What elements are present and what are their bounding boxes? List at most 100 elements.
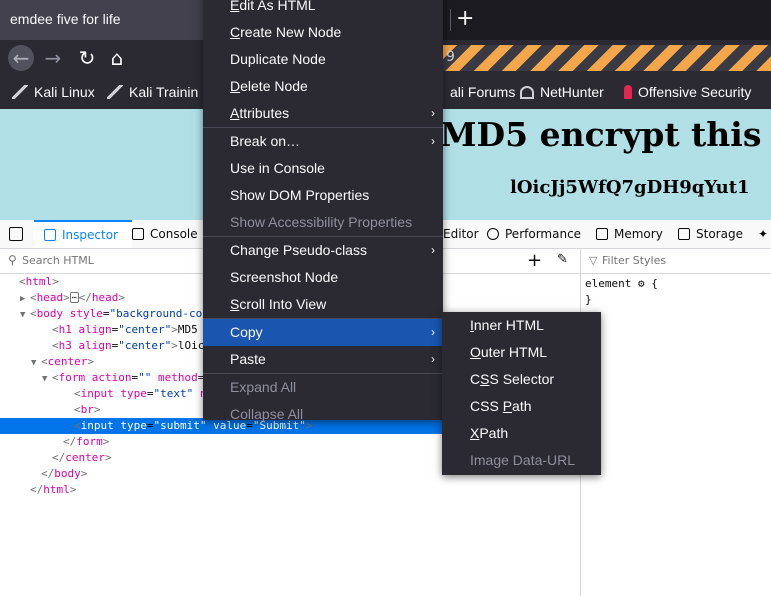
- markup-token: center: [47, 355, 88, 368]
- bookmark-nethunter[interactable]: NetHunter: [520, 84, 604, 100]
- collapsed-ellipsis-icon[interactable]: ⋯: [69, 292, 79, 303]
- menu-item-attributes[interactable]: Attributes ›: [203, 100, 443, 127]
- chevron-right-icon: ›: [431, 106, 435, 120]
- filter-styles-input[interactable]: [602, 252, 762, 268]
- eyedropper-icon[interactable]: ✎: [557, 252, 568, 267]
- tab-title: emdee five for life: [10, 11, 121, 27]
- menu-item-break-on[interactable]: Break on… ›: [203, 128, 443, 155]
- markup-token: >: [105, 451, 112, 464]
- markup-token: "background-co: [109, 307, 203, 320]
- menu-item-paste[interactable]: Paste ›: [203, 346, 443, 373]
- markup-token: type: [120, 387, 147, 400]
- markup-token: html: [43, 483, 70, 496]
- copy-item-css-selector[interactable]: CSS Selector: [442, 366, 601, 393]
- menu-item-edit-as-html[interactable]: Edit As HTML: [203, 0, 443, 19]
- menu-item-label: Delete Node: [230, 78, 308, 94]
- copy-item-css-path[interactable]: CSS Path: [442, 393, 601, 420]
- menu-item-use-in-console[interactable]: Use in Console: [203, 155, 443, 182]
- tab-inspector[interactable]: Inspector: [34, 220, 132, 248]
- markup-token: =: [146, 419, 154, 432]
- markup-token: </: [63, 435, 77, 448]
- copy-item-xpath[interactable]: XPath: [442, 420, 601, 447]
- menu-item-show-accessibility-properties: Show Accessibility Properties: [203, 209, 443, 236]
- copy-item-inner-html[interactable]: Inner HTML: [442, 312, 601, 339]
- bookmark-kali-training[interactable]: Kali Trainin: [107, 84, 198, 100]
- markup-token: =: [102, 307, 110, 320]
- tab-storage[interactable]: Storage: [678, 220, 743, 248]
- new-tab-icon[interactable]: +: [456, 6, 474, 32]
- menu-item-show-dom-properties[interactable]: Show DOM Properties: [203, 182, 443, 209]
- bookmark-kali-forums[interactable]: ali Forums: [450, 84, 515, 100]
- expand-twisty-icon[interactable]: ▼: [42, 371, 52, 387]
- menu-item-label: Break on…: [230, 133, 301, 149]
- menu-item-duplicate-node[interactable]: Duplicate Node: [203, 46, 443, 73]
- url-bar[interactable]: [443, 45, 771, 71]
- back-arrow-icon[interactable]: ←: [8, 45, 34, 71]
- menu-item-delete-node[interactable]: Delete Node: [203, 73, 443, 100]
- copy-item-label: Inner HTML: [470, 317, 544, 333]
- add-node-icon[interactable]: +: [527, 250, 542, 271]
- reload-icon[interactable]: ↻: [74, 45, 100, 71]
- copy-item-label: CSS Selector: [470, 371, 555, 387]
- markup-token: >: [171, 339, 178, 352]
- menu-item-create-new-node[interactable]: Create New Node: [203, 19, 443, 46]
- markup-token: <: [30, 291, 37, 304]
- forward-arrow-icon[interactable]: →: [40, 45, 66, 71]
- menu-item-label: Change Pseudo-class: [230, 242, 367, 258]
- markup-token: >: [171, 323, 178, 336]
- menu-item-label: Paste: [230, 351, 266, 367]
- element-rule: element ⚙ { }: [585, 277, 658, 306]
- tab-editor[interactable]: Editor: [443, 220, 479, 248]
- markup-token: >: [87, 355, 94, 368]
- menu-item-scroll-into-view[interactable]: Scroll Into View: [203, 291, 443, 318]
- markup-token: type: [120, 419, 147, 432]
- bookmark-offensive-security[interactable]: Offensive Security: [620, 84, 751, 100]
- chevron-right-icon: ›: [431, 325, 435, 339]
- tab-console[interactable]: Console: [132, 220, 198, 248]
- markup-token: <: [74, 387, 81, 400]
- markup-token: =: [146, 387, 154, 400]
- home-icon[interactable]: ⌂: [104, 45, 130, 71]
- rules-filter: ▽: [581, 249, 771, 274]
- markup-token: "text": [153, 387, 194, 400]
- accessibility-icon[interactable]: ✦: [758, 220, 768, 248]
- copy-item-outer-html[interactable]: Outer HTML: [442, 339, 601, 366]
- browser-tab[interactable]: emdee five for life: [0, 0, 204, 40]
- menu-item-change-pseudo-class[interactable]: Change Pseudo-class ›: [203, 237, 443, 264]
- markup-token: >: [102, 435, 110, 448]
- markup-token: <: [74, 419, 81, 432]
- expand-twisty-icon[interactable]: ▼: [31, 355, 41, 371]
- search-icon: ⚲: [8, 253, 17, 267]
- gear-icon[interactable]: ⚙: [638, 277, 645, 290]
- menu-item-copy[interactable]: Copy ›: [203, 319, 443, 346]
- markup-token: style: [69, 307, 103, 320]
- menu-item-collapse-all: Collapse All: [203, 401, 443, 428]
- markup-token: "submit": [153, 419, 207, 432]
- tab-memory[interactable]: Memory: [596, 220, 663, 248]
- offsec-icon: [624, 85, 632, 99]
- memory-icon: [596, 228, 608, 240]
- expand-twisty-icon[interactable]: ▶: [20, 291, 30, 307]
- random-string: lOicJj5WfQ7gDH9qYut1: [510, 177, 750, 198]
- copy-item-label: Outer HTML: [470, 344, 548, 360]
- markup-token: >: [80, 467, 88, 480]
- element-picker-icon[interactable]: [9, 227, 23, 241]
- tab-separator: [450, 9, 451, 31]
- filter-icon: ▽: [589, 254, 598, 267]
- markup-token: input: [80, 419, 121, 432]
- menu-item-label: Create New Node: [230, 24, 342, 40]
- expand-twisty-icon[interactable]: ▼: [20, 307, 30, 323]
- page-heading: MD5 encrypt this st: [440, 115, 771, 154]
- menu-item-screenshot-node[interactable]: Screenshot Node: [203, 264, 443, 291]
- markup-node[interactable]: </html>: [0, 482, 580, 498]
- menu-item-label: Collapse All: [230, 406, 304, 422]
- copy-item-label: Image Data-URL: [470, 452, 576, 468]
- bookmark-kali-linux[interactable]: Kali Linux: [12, 84, 95, 100]
- markup-token: </: [30, 483, 44, 496]
- tab-performance[interactable]: Performance: [487, 220, 581, 248]
- markup-token: </: [41, 467, 55, 480]
- markup-token: br: [80, 403, 94, 416]
- markup-token: <: [19, 275, 26, 288]
- markup-token: "center": [118, 323, 172, 336]
- menu-item-label: Expand All: [230, 379, 297, 395]
